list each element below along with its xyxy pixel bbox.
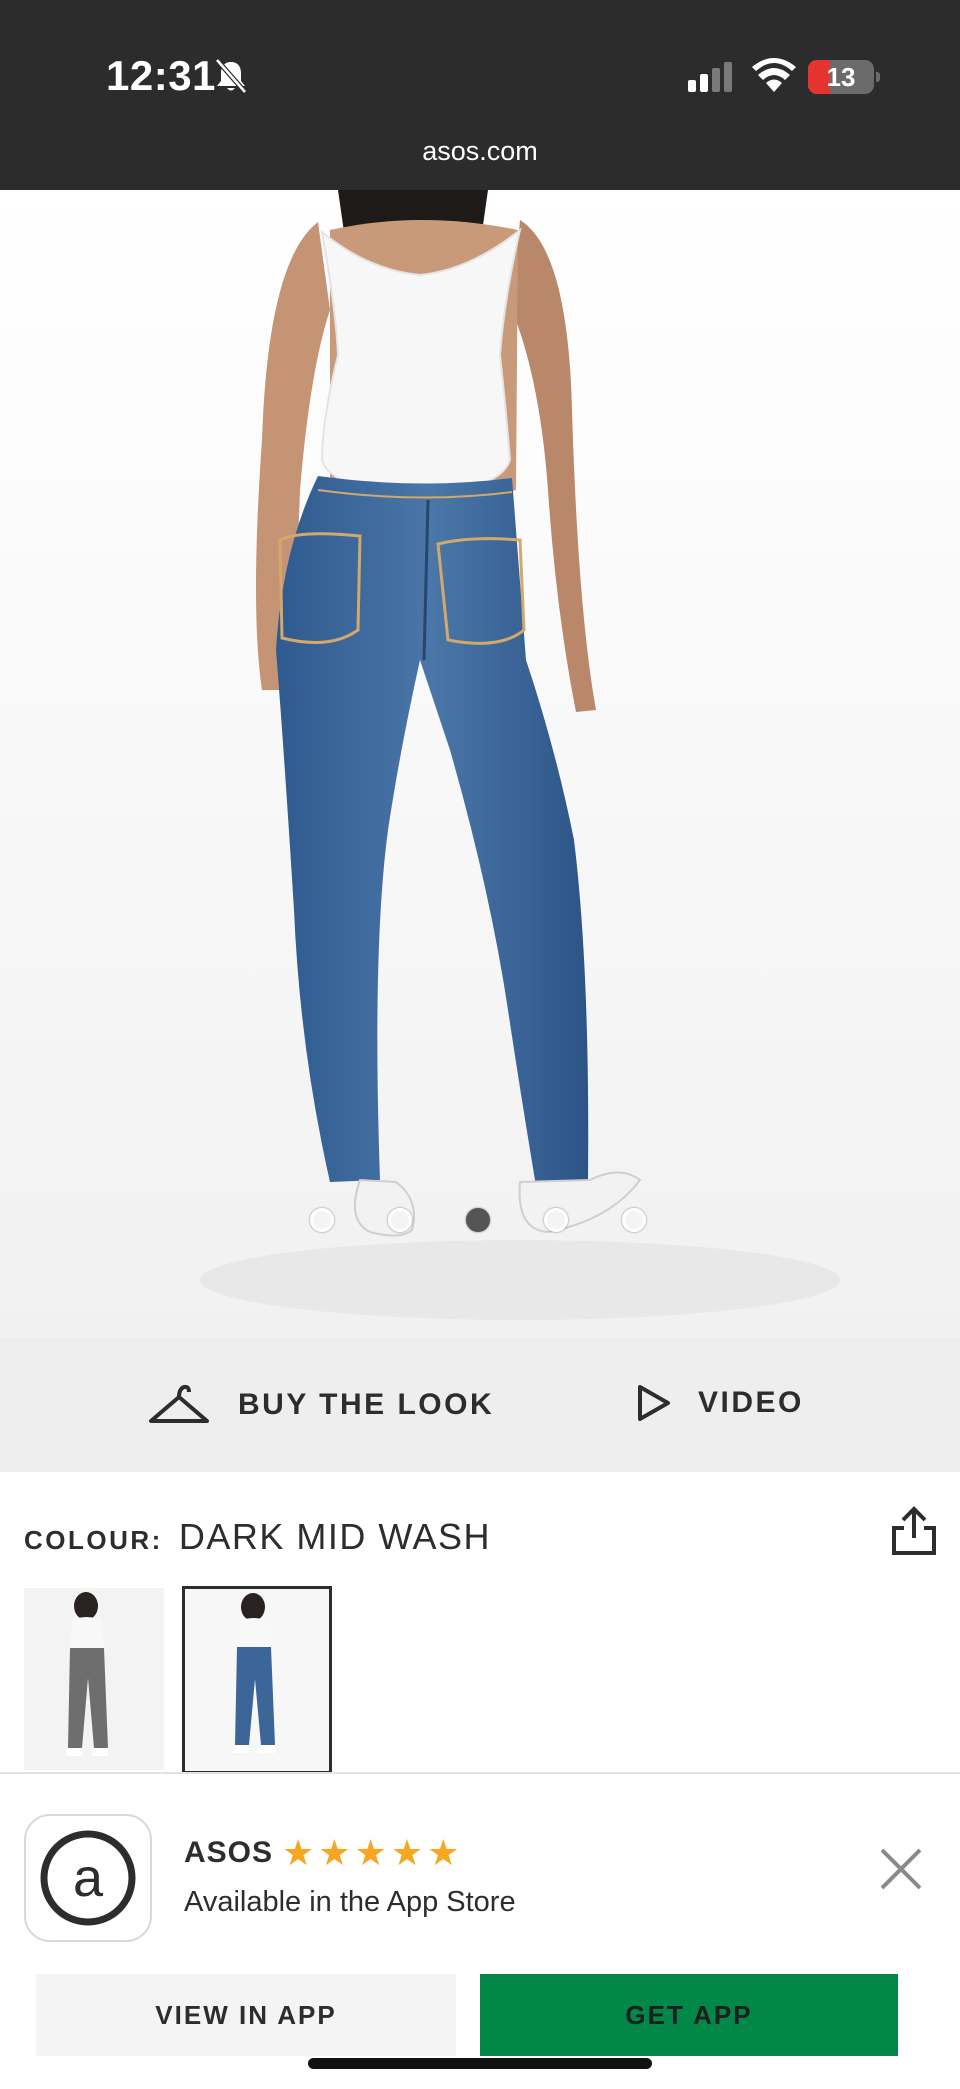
carousel-dot[interactable] <box>310 1208 334 1232</box>
colour-selector-heading: COLOUR: DARK MID WASH <box>24 1516 491 1558</box>
share-icon[interactable] <box>890 1506 938 1556</box>
close-icon[interactable] <box>876 1844 926 1894</box>
media-actions-bar: BUY THE LOOK VIDEO <box>0 1338 960 1472</box>
rating-stars-icon: ★★★★★ <box>282 1832 464 1873</box>
colour-label: COLOUR: <box>24 1525 163 1555</box>
silent-bell-icon <box>215 58 247 94</box>
app-name: ASOS <box>184 1836 274 1869</box>
colour-swatch-grey[interactable] <box>24 1588 164 1770</box>
product-image-carousel[interactable]: 1K <box>0 190 960 1338</box>
hanger-icon <box>149 1384 209 1423</box>
carousel-pagination <box>310 1208 650 1236</box>
app-install-banner: a ASOS ★★★★★ Available in the App Store … <box>0 1772 960 2089</box>
asos-logo-icon: a <box>40 1830 136 1926</box>
app-store-subtitle: Available in the App Store <box>184 1886 516 1918</box>
battery-indicator: 13 <box>808 60 880 94</box>
address-bar-url[interactable]: asos.com <box>0 136 960 167</box>
status-time: 12:31 <box>106 52 216 99</box>
status-bar: 12:31 13 asos.com <box>0 0 960 190</box>
buy-the-look-button[interactable]: BUY THE LOOK <box>148 1380 494 1430</box>
wifi-icon <box>752 58 796 92</box>
product-photo <box>0 190 960 1338</box>
play-icon <box>638 1385 670 1421</box>
colour-value: DARK MID WASH <box>178 1516 492 1557</box>
asos-app-icon: a <box>24 1814 152 1942</box>
carousel-dot[interactable] <box>388 1208 412 1232</box>
cellular-signal-icon <box>688 62 732 92</box>
swatch-image <box>24 1588 164 1770</box>
carousel-dot[interactable] <box>622 1208 646 1232</box>
buy-the-look-label: BUY THE LOOK <box>238 1388 495 1421</box>
battery-level: 13 <box>826 62 856 92</box>
home-indicator[interactable] <box>308 2058 652 2069</box>
carousel-dot[interactable] <box>544 1208 568 1232</box>
get-app-button[interactable]: GET APP <box>480 1974 898 2056</box>
video-button[interactable]: VIDEO <box>636 1378 804 1428</box>
logo-letter: a <box>73 1848 104 1908</box>
carousel-dot-active[interactable] <box>466 1208 490 1232</box>
swatch-image <box>185 1589 323 1765</box>
view-in-app-button[interactable]: VIEW IN APP <box>36 1974 456 2056</box>
colour-swatch-dark-mid-wash-selected[interactable] <box>182 1586 332 1774</box>
video-label: VIDEO <box>698 1386 804 1419</box>
